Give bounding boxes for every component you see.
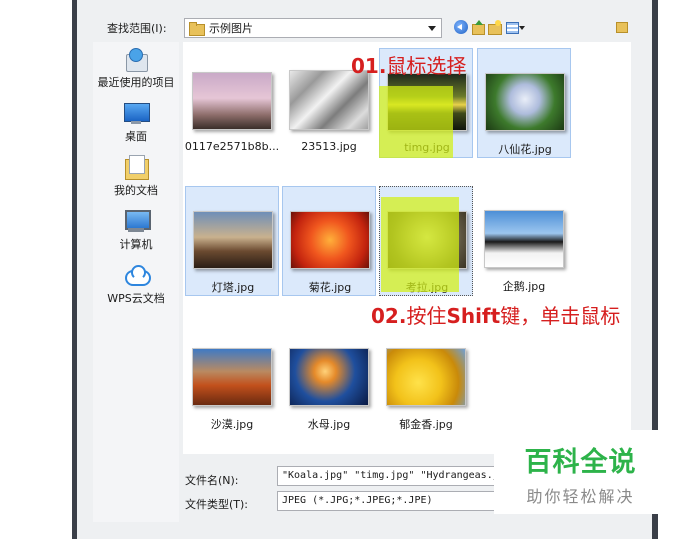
annotation-step-2-post: 键，单击鼠标 [500, 304, 621, 328]
file-name: 企鹅.jpg [502, 280, 546, 293]
file-name: 水母.jpg [307, 418, 351, 431]
look-in-value: 示例图片 [209, 22, 253, 35]
place-computer[interactable]: 计算机 [93, 208, 179, 252]
file-thumbnail [193, 211, 273, 269]
computer-icon [123, 208, 151, 234]
file-name: 八仙花.jpg [498, 143, 552, 156]
annotation-step-2-number: 02. [371, 304, 407, 328]
file-tile[interactable]: 0117e2571b8b... [185, 48, 279, 158]
background-window-left [0, 0, 76, 539]
file-thumbnail [289, 70, 369, 130]
wps-cloud-icon [123, 262, 151, 288]
file-thumbnail [192, 72, 272, 130]
my-documents-icon [123, 154, 149, 180]
file-name: 菊花.jpg [308, 281, 352, 294]
file-name-label: 文件名(N): [185, 474, 239, 487]
recent-items-icon [123, 46, 149, 72]
annotation-step-1: 01.鼠标选择 [351, 50, 466, 79]
file-tile[interactable]: 八仙花.jpg [477, 48, 571, 158]
file-name-input[interactable]: "Koala.jpg" "timg.jpg" "Hydrangeas.j [277, 466, 497, 486]
file-list: 0117e2571b8b... 23513.jpg timg.jpg 八仙花.j… [183, 42, 631, 454]
file-thumbnail [192, 348, 272, 406]
place-label: 最近使用的项目 [97, 76, 175, 89]
up-folder-icon[interactable] [471, 20, 485, 35]
file-tile[interactable]: 水母.jpg [282, 324, 376, 434]
view-menu-icon[interactable] [506, 20, 526, 34]
file-tile[interactable]: 灯塔.jpg [185, 186, 279, 296]
file-tile[interactable]: 企鹅.jpg [477, 186, 571, 296]
annotation-step-2-pre: 按住 [406, 304, 447, 328]
file-thumbnail [484, 210, 564, 268]
file-tile[interactable]: 郁金香.jpg [379, 324, 473, 434]
file-name: 沙漠.jpg [210, 418, 254, 431]
file-type-label: 文件类型(T): [185, 498, 249, 511]
file-name: 0117e2571b8b... [184, 140, 280, 153]
file-tile[interactable]: 菊花.jpg [282, 186, 376, 296]
places-bar: 最近使用的项目 桌面 我的文档 计算机 WPS云文档 [93, 42, 179, 522]
file-type-select[interactable]: JPEG (*.JPG;*.JPEG;*.JPE) [277, 491, 497, 511]
back-icon[interactable] [454, 20, 468, 34]
watermark-subtitle: 助你轻松解决 [526, 487, 635, 506]
watermark-title: 百科全说 [524, 447, 637, 478]
annotation-step-2-key: Shift [446, 304, 501, 328]
place-recent-items[interactable]: 最近使用的项目 [93, 46, 179, 90]
place-label: 我的文档 [114, 184, 158, 197]
place-wps-cloud[interactable]: WPS云文档 [93, 262, 179, 306]
folder-action-icon[interactable] [616, 22, 628, 33]
file-thumbnail [386, 348, 466, 406]
selection-highlight [379, 86, 453, 158]
place-desktop[interactable]: 桌面 [93, 100, 179, 144]
file-name: 郁金香.jpg [399, 418, 453, 431]
annotation-step-1-text: 鼠标选择 [386, 54, 467, 78]
annotation-step-1-number: 01. [351, 54, 387, 78]
new-folder-icon[interactable] [488, 20, 502, 35]
file-tile[interactable]: 沙漠.jpg [185, 324, 279, 434]
selection-highlight [381, 197, 459, 292]
watermark: 百科全说 助你轻松解决 [494, 430, 667, 514]
place-label: 计算机 [119, 238, 153, 251]
file-name: 23513.jpg [301, 140, 357, 153]
file-thumbnail [289, 348, 369, 406]
place-label: 桌面 [125, 130, 147, 143]
file-name: 灯塔.jpg [211, 281, 255, 294]
file-thumbnail [290, 211, 370, 269]
annotation-step-2: 02.按住Shift键，单击鼠标 [371, 300, 620, 329]
look-in-dropdown[interactable]: 示例图片 [184, 18, 442, 38]
look-in-label: 查找范围(I): [107, 22, 167, 35]
chevron-down-icon [428, 26, 436, 31]
place-my-documents[interactable]: 我的文档 [93, 154, 179, 198]
file-thumbnail [485, 73, 565, 131]
folder-icon [189, 22, 205, 36]
place-label: WPS云文档 [107, 292, 165, 305]
desktop-icon [123, 100, 150, 126]
